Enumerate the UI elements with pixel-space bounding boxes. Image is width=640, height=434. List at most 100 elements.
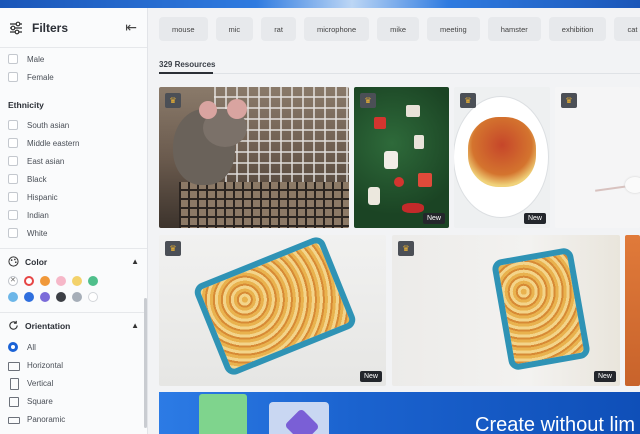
premium-crown-icon: ♛: [561, 93, 577, 108]
active-tab-underline: [159, 72, 213, 74]
ethnicity-option[interactable]: Black: [0, 170, 147, 188]
orientation-title: Orientation: [25, 320, 71, 331]
premium-crown-icon: ♛: [165, 93, 181, 108]
collapse-sidebar-icon[interactable]: ⇤: [125, 19, 137, 36]
tag-chip[interactable]: microphone: [303, 17, 370, 41]
image-tile-casserole[interactable]: ♛ New: [392, 235, 620, 386]
swatch-white[interactable]: [88, 292, 98, 302]
color-section-header[interactable]: Color ▲: [0, 248, 147, 274]
swatch-red[interactable]: [24, 276, 34, 286]
orientation-option-square[interactable]: Square: [0, 392, 147, 410]
swatch-purple[interactable]: [40, 292, 50, 302]
tag-chip[interactable]: exhibition: [548, 17, 607, 41]
premium-crown-icon: ♛: [460, 93, 476, 108]
panoramic-shape-icon: [8, 414, 20, 424]
tag-chip[interactable]: mic: [215, 17, 254, 41]
ethnicity-option[interactable]: East asian: [0, 152, 147, 170]
tag-chip[interactable]: mike: [377, 17, 419, 41]
swatch-green[interactable]: [88, 276, 98, 286]
palette-icon: [8, 256, 19, 267]
orientation-section-header[interactable]: Orientation ▲: [0, 312, 147, 338]
chevron-up-icon[interactable]: ▲: [131, 257, 139, 266]
sidebar-scrollbar[interactable]: [144, 298, 147, 428]
option-label: South asian: [27, 120, 70, 130]
option-label: Vertical: [27, 378, 54, 388]
image-tile-casserole[interactable]: ♛ New: [159, 235, 386, 386]
rotate-icon: [9, 320, 18, 330]
option-label: Indian: [27, 210, 49, 220]
option-label: East asian: [27, 156, 65, 166]
checkbox[interactable]: [8, 210, 18, 220]
option-label: White: [27, 228, 48, 238]
option-label: All: [27, 342, 36, 352]
orientation-option-horizontal[interactable]: Horizontal: [0, 356, 147, 374]
premium-crown-icon: ♛: [165, 241, 181, 256]
option-label: Hispanic: [27, 192, 58, 202]
color-title: Color: [25, 256, 48, 267]
square-shape-icon: [8, 396, 19, 407]
new-badge: New: [422, 213, 445, 224]
ethnicity-option[interactable]: Indian: [0, 206, 147, 224]
swatch-black[interactable]: [56, 292, 66, 302]
option-label: Male: [27, 54, 45, 64]
image-tile-christmas[interactable]: ♛ New: [354, 87, 449, 228]
checkbox[interactable]: [8, 192, 18, 202]
premium-crown-icon: ♛: [398, 241, 414, 256]
image-tile-rat[interactable]: ♛: [159, 87, 349, 228]
swatch-none[interactable]: [8, 276, 18, 286]
image-tile-white-mouse[interactable]: ♛: [555, 87, 640, 228]
orientation-option-vertical[interactable]: Vertical: [0, 374, 147, 392]
tag-chip[interactable]: cat: [614, 17, 640, 41]
rat-ear-graphic: [227, 99, 247, 119]
checkbox[interactable]: [8, 72, 18, 82]
checkbox[interactable]: [8, 54, 18, 64]
cage-floor-graphic: [179, 182, 349, 228]
promo-banner[interactable]: Create without lim: [159, 392, 640, 434]
ethnicity-option[interactable]: Hispanic: [0, 188, 147, 206]
option-label: Horizontal: [27, 360, 64, 370]
radio-selected[interactable]: [8, 342, 18, 352]
tag-chip[interactable]: rat: [261, 17, 296, 41]
new-badge: New: [359, 371, 382, 382]
orientation-option-panoramic[interactable]: Panoramic: [0, 410, 147, 428]
image-tile-partial[interactable]: [625, 235, 640, 386]
option-label: Female: [27, 72, 54, 82]
swatch-orange[interactable]: [40, 276, 50, 286]
pasta-graphic: [468, 117, 536, 187]
swatch-gray[interactable]: [72, 292, 82, 302]
ethnicity-option[interactable]: Middle eastern: [0, 134, 147, 152]
orientation-option-all[interactable]: All: [0, 338, 147, 356]
filters-header: Filters ⇤: [0, 8, 147, 48]
color-swatches: [0, 274, 147, 312]
checkbox[interactable]: [8, 138, 18, 148]
swatch-yellow[interactable]: [72, 276, 82, 286]
option-label: Black: [27, 174, 47, 184]
swatch-blue[interactable]: [24, 292, 34, 302]
option-label: Middle eastern: [27, 138, 80, 148]
checkbox[interactable]: [8, 156, 18, 166]
browser-top-strip: [0, 0, 640, 8]
checkbox[interactable]: [8, 120, 18, 130]
tab-divider: [159, 73, 640, 74]
baking-dish-graphic: [191, 235, 359, 378]
checkbox[interactable]: [8, 174, 18, 184]
filters-title: Filters: [32, 20, 69, 35]
tag-chip[interactable]: mouse: [159, 17, 208, 41]
resources-count[interactable]: 329 Resources: [159, 60, 215, 69]
tag-chip[interactable]: meeting: [427, 17, 480, 41]
ethnicity-option[interactable]: South asian: [0, 116, 147, 134]
checkbox[interactable]: [8, 228, 18, 238]
filters-sidebar: Filters ⇤ Male Female Ethnicity South as…: [0, 8, 148, 434]
new-badge: New: [523, 213, 546, 224]
ethnicity-option[interactable]: White: [0, 224, 147, 242]
swatch-light-blue[interactable]: [8, 292, 18, 302]
option-label: Panoramic: [27, 414, 66, 424]
tag-chip[interactable]: hamster: [487, 17, 541, 41]
gender-option-female[interactable]: Female: [0, 68, 147, 86]
chevron-up-icon[interactable]: ▲: [131, 321, 139, 330]
swatch-pink[interactable]: [56, 276, 66, 286]
image-tile-pasta[interactable]: ♛ New: [454, 87, 550, 228]
gender-option-male[interactable]: Male: [0, 50, 147, 68]
new-badge: New: [593, 371, 616, 382]
baking-dish-graphic: [490, 246, 592, 372]
